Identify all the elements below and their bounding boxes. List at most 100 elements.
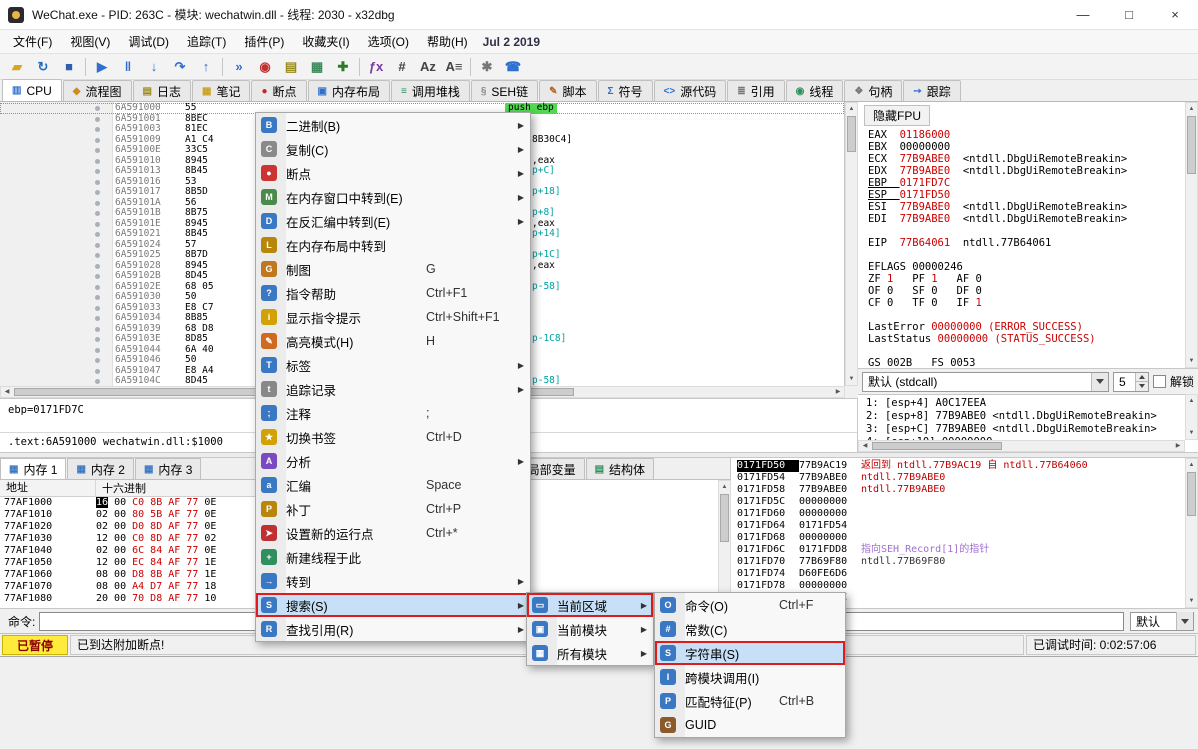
stack-row[interactable]: 0171FD6800000000 <box>731 532 1198 544</box>
command-profile-dropdown[interactable]: 默认 <box>1130 612 1194 631</box>
tab-symbols[interactable]: Σ符号 <box>598 80 653 101</box>
flags-line[interactable]: GS 002B FS 0053 <box>868 357 1127 368</box>
tab-script[interactable]: ✎脚本 <box>539 80 596 101</box>
menu-analysis[interactable]: A分析▶ <box>256 449 530 473</box>
stack-row[interactable]: 0171FD74D60FE6D6 <box>731 568 1198 580</box>
stack-vscrollbar[interactable]: ▲ ▼ <box>1185 458 1198 608</box>
register-ecx[interactable]: ECX 77B9ABE0 <ntdll.DbgUiRemoteBreakin> <box>868 153 1127 165</box>
menu-show-mnemonic-brief[interactable]: i显示指令提示Ctrl+Shift+F1 <box>256 305 530 329</box>
tab-memory-1[interactable]: ▦内存 1 <box>0 458 66 479</box>
tab-trace[interactable]: ➙跟踪 <box>903 80 960 101</box>
search-menu-intermodular-calls[interactable]: I跨模块调用(I) <box>655 665 845 689</box>
notes-button[interactable]: ▦ <box>304 55 330 79</box>
stack-row[interactable]: 0171FD5C00000000 <box>731 496 1198 508</box>
scroll-up-icon[interactable]: ▲ <box>1186 459 1197 471</box>
menubar-item[interactable]: 调试(D) <box>119 30 178 54</box>
search-menu-string[interactable]: S字符串(S) <box>655 641 845 665</box>
log-button[interactable]: ▤ <box>278 55 304 79</box>
trace-record-button[interactable]: ◉ <box>252 55 278 79</box>
argument-row[interactable]: 3: [esp+C] 77B9ABE0 <ntdll.DbgUiRemoteBr… <box>866 423 1198 436</box>
stack-row[interactable]: 0171FD6C0171FDD8指向SEH_Record[1]的指针 <box>731 544 1198 556</box>
menu-find-references[interactable]: R查找引用(R)▶ <box>256 617 530 641</box>
stack-row[interactable]: 0171FD5877B9ABE0ntdll.77B9ABE0 <box>731 484 1198 496</box>
tab-memory-map[interactable]: ▣内存布局 <box>308 80 390 101</box>
phone-button[interactable]: ☎ <box>500 55 526 79</box>
unlock-checkbox[interactable]: 解锁 <box>1153 373 1194 390</box>
scroll-up-icon[interactable]: ▲ <box>1186 103 1197 115</box>
patch-button[interactable]: ✚ <box>330 55 356 79</box>
tab-handles[interactable]: ❖句柄 <box>844 80 902 101</box>
column-header-hex[interactable]: 十六进制 <box>96 480 146 496</box>
hide-fpu-button[interactable]: 隐藏FPU <box>864 105 930 126</box>
menu-binary[interactable]: B二进制(B)▶ <box>256 113 530 137</box>
flags-line[interactable]: CF 0 TF 0 IF 1 <box>868 297 1127 309</box>
scroll-down-icon[interactable]: ▼ <box>1186 595 1197 607</box>
menubar-item[interactable]: 文件(F) <box>4 30 61 54</box>
case-button[interactable]: Az <box>415 55 441 79</box>
function-button[interactable]: ƒx <box>363 55 389 79</box>
step-out-button[interactable]: ↑ <box>193 55 219 79</box>
scroll-left-icon[interactable]: ◀ <box>1 387 13 397</box>
tab-references[interactable]: ≣引用 <box>727 80 784 101</box>
scroll-thumb[interactable] <box>1187 472 1196 516</box>
column-header-address[interactable]: 地址 <box>0 480 96 497</box>
menu-graph[interactable]: G制图G <box>256 257 530 281</box>
menubar-item[interactable]: 插件(P) <box>235 30 293 54</box>
scroll-right-icon[interactable]: ▶ <box>1172 441 1184 451</box>
tab-graph[interactable]: ◆流程图 <box>63 80 132 101</box>
flags-line[interactable]: OF 0 SF 0 DF 0 <box>868 285 1127 297</box>
step-into-button[interactable]: ↓ <box>141 55 167 79</box>
text-lines-button[interactable]: A≡ <box>441 55 467 79</box>
menu-goto-disassembly[interactable]: D在反汇编中转到(E)▶ <box>256 209 530 233</box>
search-menu-command[interactable]: O命令(O)Ctrl+F <box>655 593 845 617</box>
search-menu-guid[interactable]: GGUID <box>655 713 845 737</box>
menu-highlight-mode[interactable]: ✎高亮模式(H)H <box>256 329 530 353</box>
hash-button[interactable]: # <box>389 55 415 79</box>
minimize-button[interactable]: — <box>1060 0 1106 30</box>
menu-search[interactable]: S搜索(S)▶ <box>256 593 530 617</box>
scroll-down-icon[interactable]: ▼ <box>1186 355 1197 367</box>
region-menu-all-modules[interactable]: ▦所有模块▶ <box>527 641 653 665</box>
tab-log[interactable]: ▤日志 <box>133 80 191 101</box>
tab-breakpoints[interactable]: ●断点 <box>251 80 306 101</box>
menubar-item[interactable]: 收藏夹(I) <box>293 30 358 54</box>
tab-notes[interactable]: ▦笔记 <box>192 80 250 101</box>
calling-convention-dropdown[interactable]: 默认 (stdcall) <box>862 372 1109 392</box>
stack-row[interactable]: 0171FD7800000000 <box>731 580 1198 592</box>
close-button[interactable]: × <box>1152 0 1198 30</box>
pause-button[interactable]: ‖ <box>115 55 141 79</box>
restart-button[interactable]: ↻ <box>30 55 56 79</box>
tab-call-stack[interactable]: ≡调用堆栈 <box>391 80 470 101</box>
disasm-vscrollbar[interactable]: ▲ ▼ <box>845 102 858 386</box>
register-edi[interactable]: EDI 77B9ABE0 <ntdll.DbgUiRemoteBreakin> <box>868 213 1127 225</box>
scroll-down-icon[interactable]: ▼ <box>846 373 857 385</box>
menu-copy[interactable]: C复制(C)▶ <box>256 137 530 161</box>
register-eax[interactable]: EAX 01186000 <box>868 129 1127 141</box>
register-ebx[interactable]: EBX 00000000 <box>868 141 1127 153</box>
register-edx[interactable]: EDX 77B9ABE0 <ntdll.DbgUiRemoteBreakin> <box>868 165 1127 177</box>
menu-goto-memory-window[interactable]: M在内存窗口中转到(E)▶ <box>256 185 530 209</box>
scroll-up-icon[interactable]: ▲ <box>846 103 857 115</box>
register-eip[interactable]: EIP 77B64061 ntdll.77B64061 <box>868 237 1127 249</box>
checkbox-icon[interactable] <box>1153 375 1166 388</box>
scroll-thumb[interactable] <box>720 494 729 542</box>
region-menu-current-module[interactable]: ▣当前模块▶ <box>527 617 653 641</box>
arguments-vscrollbar[interactable]: ▲ ▼ <box>1185 394 1198 440</box>
menu-goto[interactable]: →转到▶ <box>256 569 530 593</box>
watch-vscrollbar[interactable]: ▲ ▼ <box>718 480 731 608</box>
stack-row[interactable]: 0171FD6000000000 <box>731 508 1198 520</box>
settings-button[interactable]: ✱ <box>474 55 500 79</box>
scroll-up-icon[interactable]: ▲ <box>719 481 730 493</box>
tab-cpu[interactable]: ▥CPU <box>2 79 62 101</box>
tab-seh[interactable]: §SEH链 <box>471 80 538 101</box>
menu-label[interactable]: T标签▶ <box>256 353 530 377</box>
menu-comment[interactable]: ;注释; <box>256 401 530 425</box>
menu-toggle-bookmark[interactable]: ★切换书签Ctrl+D <box>256 425 530 449</box>
region-menu-current-region[interactable]: ▭当前区域▶ <box>527 593 653 617</box>
tab-struct[interactable]: ▤结构体 <box>586 458 654 479</box>
tab-memory-2[interactable]: ▦内存 2 <box>67 458 133 479</box>
scroll-down-icon[interactable]: ▼ <box>1186 427 1197 439</box>
menu-assemble[interactable]: a汇编Space <box>256 473 530 497</box>
argument-count-stepper[interactable]: 5 <box>1113 372 1149 392</box>
chevron-down-icon[interactable] <box>1176 612 1193 630</box>
